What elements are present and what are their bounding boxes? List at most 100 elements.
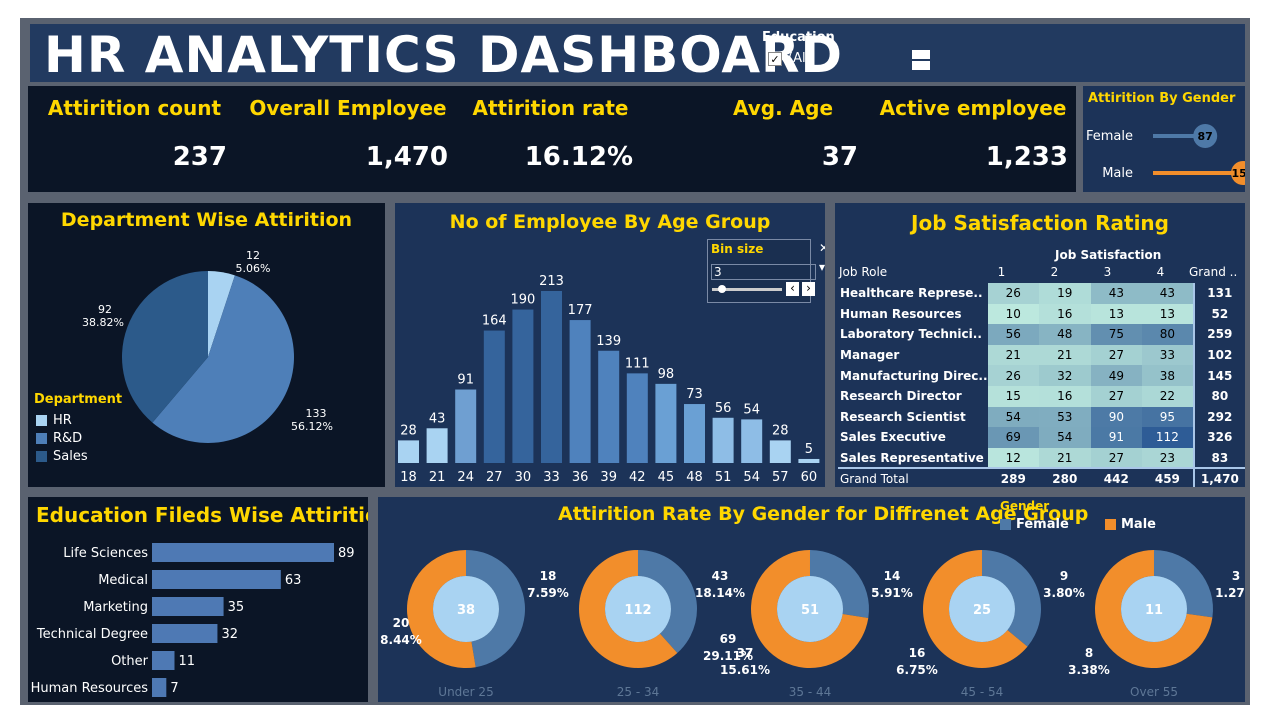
heatmap-cell[interactable]: 13 xyxy=(1090,303,1143,325)
gender-value-label: 150 xyxy=(1232,167,1245,180)
age-group-label: 45 - 54 xyxy=(961,685,1004,699)
education-bar-value: 35 xyxy=(228,600,245,615)
age-bar xyxy=(655,383,677,463)
heatmap-cell[interactable]: 27 xyxy=(1090,447,1143,469)
pie-percent-label: 38.82% xyxy=(82,316,124,329)
table-row: Research Director 15 16 27 22 80 xyxy=(838,385,1245,407)
legend-label: HR xyxy=(53,412,72,428)
heatmap-cell[interactable]: 69 xyxy=(987,427,1040,448)
age-bar xyxy=(598,350,620,463)
bin-size-input[interactable]: 3 xyxy=(711,264,816,280)
job-role-cell: Laboratory Technici.. xyxy=(840,327,982,342)
heatmap-cell[interactable]: 80 xyxy=(1142,324,1194,345)
heatmap-cell[interactable]: 54 xyxy=(1039,427,1091,448)
heatmap-cell[interactable]: 15 xyxy=(987,385,1040,407)
pie-value-label: 92 xyxy=(98,303,112,316)
heatmap-cell[interactable]: 32 xyxy=(1039,365,1091,386)
legend-item[interactable]: R&D xyxy=(36,429,88,447)
heatmap-cell[interactable]: 91 xyxy=(1090,427,1143,448)
age-group-label: Under 25 xyxy=(438,685,493,699)
age-tick-label: 24 xyxy=(457,470,474,485)
kpi-attrition-count: Attirition count 237 xyxy=(42,86,227,172)
menu-icon[interactable] xyxy=(912,50,930,70)
heatmap-cell[interactable]: 19 xyxy=(1039,283,1091,304)
age-bar-value: 5 xyxy=(805,442,813,457)
table-row: Human Resources 10 16 13 13 52 xyxy=(838,303,1245,325)
education-category-label: Other xyxy=(111,654,149,669)
heatmap-cell[interactable]: 21 xyxy=(1039,447,1091,469)
age-bar xyxy=(541,291,562,463)
row-header: Job Role xyxy=(839,265,888,279)
heatmap-cell[interactable]: 43 xyxy=(1142,283,1194,304)
heatmap-cell[interactable]: 112 xyxy=(1142,427,1194,448)
age-bar xyxy=(512,309,534,463)
heatmap-cell[interactable]: 49 xyxy=(1090,365,1143,386)
legend-item[interactable]: Sales xyxy=(36,447,88,465)
grand-total-cell: 280 xyxy=(1039,467,1091,487)
job-role-cell: Healthcare Represe.. xyxy=(840,286,983,301)
pie-percent-label: 5.06% xyxy=(236,262,271,275)
heatmap-cell[interactable]: 21 xyxy=(987,344,1040,366)
heatmap-cell[interactable]: 16 xyxy=(1039,385,1091,407)
heatmap-cell[interactable]: 38 xyxy=(1142,365,1194,386)
row-total-cell: 80 xyxy=(1192,385,1245,407)
title-bar: HR ANALYTICS DASHBOARD Education ✓ (All) xyxy=(30,24,1245,82)
heatmap-cell[interactable]: 27 xyxy=(1090,344,1143,366)
age-bar-value: 164 xyxy=(482,314,507,329)
education-bar xyxy=(152,543,334,562)
female-percent-label: 1.27% xyxy=(1215,586,1245,600)
dropdown-icon[interactable]: ▾ xyxy=(819,260,825,274)
heatmap-cell[interactable]: 26 xyxy=(987,283,1040,304)
column-header: 1 xyxy=(997,265,1006,279)
table-row: Laboratory Technici.. 56 48 75 80 259 xyxy=(838,324,1245,345)
gender-value-label: 87 xyxy=(1198,130,1213,143)
legend-item[interactable]: HR xyxy=(36,411,88,429)
heatmap-cell[interactable]: 26 xyxy=(987,365,1040,386)
education-all-checkbox[interactable]: ✓ xyxy=(768,52,782,66)
heatmap-cell[interactable]: 56 xyxy=(987,324,1040,345)
male-count-label: 8 xyxy=(1085,646,1093,660)
age-bar-value: 43 xyxy=(429,411,446,426)
bin-size-control: Bin size 3 ‹ › xyxy=(707,239,816,303)
heatmap-cell[interactable]: 53 xyxy=(1039,406,1091,428)
row-total-cell: 259 xyxy=(1192,324,1245,345)
heatmap-cell[interactable]: 16 xyxy=(1039,303,1091,325)
row-total-cell: 102 xyxy=(1192,344,1245,366)
heatmap-cell[interactable]: 10 xyxy=(987,303,1040,325)
heatmap-cell[interactable]: 95 xyxy=(1142,406,1194,428)
heatmap-cell[interactable]: 90 xyxy=(1090,406,1143,428)
age-bar-value: 213 xyxy=(539,274,564,289)
education-filter-label: Education xyxy=(762,30,835,45)
gender-label: Female xyxy=(1086,129,1133,144)
heatmap-cell[interactable]: 27 xyxy=(1090,385,1143,407)
education-panel: Education Fileds Wise Attirition Life Sc… xyxy=(28,497,368,702)
heatmap-cell[interactable]: 23 xyxy=(1142,447,1194,469)
heatmap-cell[interactable]: 21 xyxy=(1039,344,1091,366)
male-percent-label: 15.61% xyxy=(720,663,770,677)
education-all-label[interactable]: (All) xyxy=(788,51,814,66)
slider-handle[interactable] xyxy=(718,285,726,293)
bin-next-button[interactable]: › xyxy=(802,282,815,296)
heatmap-cell[interactable]: 33 xyxy=(1142,344,1194,366)
education-bar-value: 89 xyxy=(338,546,355,561)
heatmap-cell[interactable]: 22 xyxy=(1142,385,1194,407)
heatmap-cell[interactable]: 12 xyxy=(987,447,1040,469)
job-satisfaction-table: Healthcare Represe.. 26 19 43 43 131 Human Res… xyxy=(838,283,1245,487)
heatmap-cell[interactable]: 13 xyxy=(1142,303,1194,325)
close-icon[interactable]: ✕ xyxy=(819,241,825,255)
bin-prev-button[interactable]: ‹ xyxy=(786,282,799,296)
kpi-row: Attirition count 237 Overall Employee 1,… xyxy=(28,86,1076,192)
donut-total-label: 25 xyxy=(973,603,991,618)
age-tick-label: 39 xyxy=(600,470,617,485)
heatmap-cell[interactable]: 48 xyxy=(1039,324,1091,345)
age-bar xyxy=(398,440,419,463)
column-header: 2 xyxy=(1050,265,1059,279)
grand-total-cell: 289 xyxy=(987,467,1040,487)
age-bar-value: 28 xyxy=(400,423,417,438)
heatmap-cell[interactable]: 54 xyxy=(987,406,1040,428)
grand-total-cell: 442 xyxy=(1090,467,1143,487)
heatmap-cell[interactable]: 43 xyxy=(1090,283,1143,304)
heatmap-cell[interactable]: 75 xyxy=(1090,324,1143,345)
age-bar-value: 98 xyxy=(658,367,675,382)
age-bar-value: 111 xyxy=(625,356,650,371)
